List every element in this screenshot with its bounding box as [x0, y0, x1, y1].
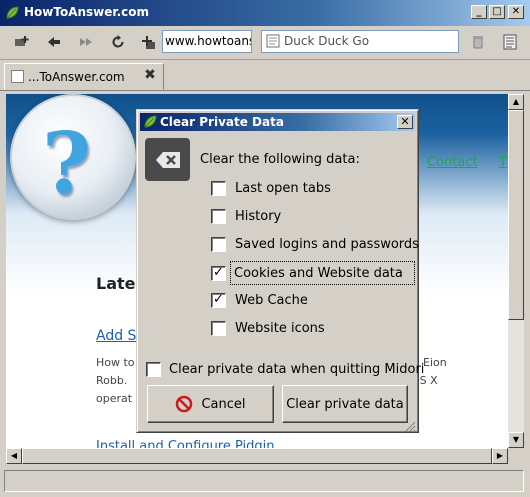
clear-option-row[interactable]: Website icons [211, 317, 414, 341]
fast-forward-icon [80, 38, 92, 46]
clear-option-row[interactable]: Last open tabs [211, 177, 414, 201]
cancel-icon [176, 395, 193, 413]
article-text-line: How to [96, 356, 135, 369]
clear-option-checkbox[interactable]: ✓ [211, 266, 226, 281]
backspace-icon [155, 151, 180, 168]
trash-button[interactable] [466, 31, 490, 53]
clear-private-data-button[interactable]: Clear private data [282, 385, 408, 423]
clear-option-label: History [235, 209, 282, 224]
article-text-line: Robb. [96, 374, 128, 387]
clear-data-icon [145, 138, 190, 181]
search-placeholder: Duck Duck Go [284, 34, 370, 48]
site-logo[interactable]: ? [10, 94, 136, 220]
reload-icon [112, 35, 124, 48]
tab-label: ...ToAnswer.com [28, 70, 125, 84]
trash-icon [473, 36, 483, 49]
new-tab-icon [15, 36, 29, 46]
clear-option-row[interactable]: Saved logins and passwords [211, 233, 419, 257]
clear-on-quit-label: Clear private data when quitting Midori [169, 362, 425, 377]
status-bar [0, 466, 530, 497]
horizontal-scrollbar[interactable]: ◀ ▶ [6, 448, 508, 464]
article-text-line: operat [96, 392, 133, 405]
clear-on-quit-checkbox[interactable] [146, 362, 161, 377]
search-input[interactable]: Duck Duck Go [261, 30, 459, 53]
address-bar[interactable]: www.howtoanswer [162, 30, 252, 53]
vertical-scroll-thumb[interactable] [508, 110, 524, 320]
vertical-scrollbar[interactable]: ▲ ▼ [508, 94, 524, 448]
nav-link-contact[interactable]: Contact [427, 155, 478, 170]
tab-close-icon[interactable]: ✖ [142, 67, 158, 85]
scroll-corner [508, 448, 524, 464]
question-mark-icon: ? [42, 114, 92, 213]
clear-option-checkbox[interactable] [211, 237, 226, 252]
menu-button[interactable] [498, 31, 522, 53]
reload-button[interactable] [106, 31, 130, 53]
address-bar-text: www.howtoanswer [165, 34, 251, 48]
menu-icon [503, 34, 517, 50]
clear-option-row[interactable]: ✓ Web Cache [211, 289, 414, 313]
dialog-title: Clear Private Data [160, 115, 284, 129]
clear-option-checkbox[interactable] [211, 209, 226, 224]
clear-private-data-dialog: Clear Private Data ✕ Clear the following… [136, 109, 424, 433]
maximize-button[interactable]: □ [489, 5, 505, 19]
horizontal-scroll-thumb[interactable] [22, 448, 492, 464]
clear-option-label: Web Cache [235, 293, 308, 308]
clear-option-label: Cookies and Website data [234, 266, 403, 281]
scroll-down-button[interactable]: ▼ [508, 432, 524, 448]
dialog-heading: Clear the following data: [200, 152, 360, 167]
bookmark-add-button[interactable] [136, 31, 160, 53]
tab-bar: ...ToAnswer.com ✖ [0, 61, 530, 91]
minimize-button[interactable]: _ [471, 5, 487, 19]
forward-button[interactable] [74, 31, 98, 53]
scroll-right-button[interactable]: ▶ [492, 448, 508, 464]
cancel-button[interactable]: Cancel [147, 385, 274, 423]
clear-option-label: Last open tabs [235, 181, 331, 196]
clear-option-label: Saved logins and passwords [235, 237, 419, 252]
new-tab-button[interactable] [10, 31, 34, 53]
clear-button-label: Clear private data [286, 396, 404, 412]
scroll-up-button[interactable]: ▲ [508, 94, 524, 110]
dialog-titlebar[interactable]: Clear Private Data ✕ [140, 113, 415, 131]
back-button[interactable] [42, 31, 66, 53]
navigation-toolbar: www.howtoanswer Duck Duck Go [0, 26, 530, 60]
midori-leaf-icon [144, 115, 157, 128]
back-arrow-icon [48, 37, 60, 47]
clear-option-row[interactable]: History [211, 205, 414, 229]
clear-option-checkbox[interactable] [211, 181, 226, 196]
window-title: HowToAnswer.com [24, 5, 150, 19]
clear-option-row[interactable]: ✓ Cookies and Website data [211, 261, 415, 285]
tab-howtoanswer[interactable]: ...ToAnswer.com ✖ [4, 63, 164, 90]
close-window-button[interactable]: ✕ [508, 5, 524, 19]
resize-grip-icon[interactable] [402, 419, 416, 433]
nav-link-partial[interactable]: T [499, 155, 507, 170]
dialog-close-button[interactable]: ✕ [397, 115, 413, 129]
search-engine-icon [266, 34, 280, 48]
clear-option-checkbox[interactable] [211, 321, 226, 336]
cancel-button-label: Cancel [201, 396, 246, 412]
clear-option-label: Website icons [235, 321, 325, 336]
page-favicon-icon [11, 70, 24, 83]
midori-leaf-icon [6, 6, 19, 19]
clear-option-checkbox[interactable]: ✓ [211, 293, 226, 308]
bookmark-add-icon [142, 36, 155, 49]
window-titlebar: HowToAnswer.com _ □ ✕ [0, 0, 530, 26]
status-field [4, 470, 524, 492]
scroll-left-button[interactable]: ◀ [6, 448, 22, 464]
article-link-2[interactable]: Install and Configure Pidgin [96, 439, 275, 448]
clear-on-quit-option[interactable]: Clear private data when quitting Midori [146, 358, 424, 382]
